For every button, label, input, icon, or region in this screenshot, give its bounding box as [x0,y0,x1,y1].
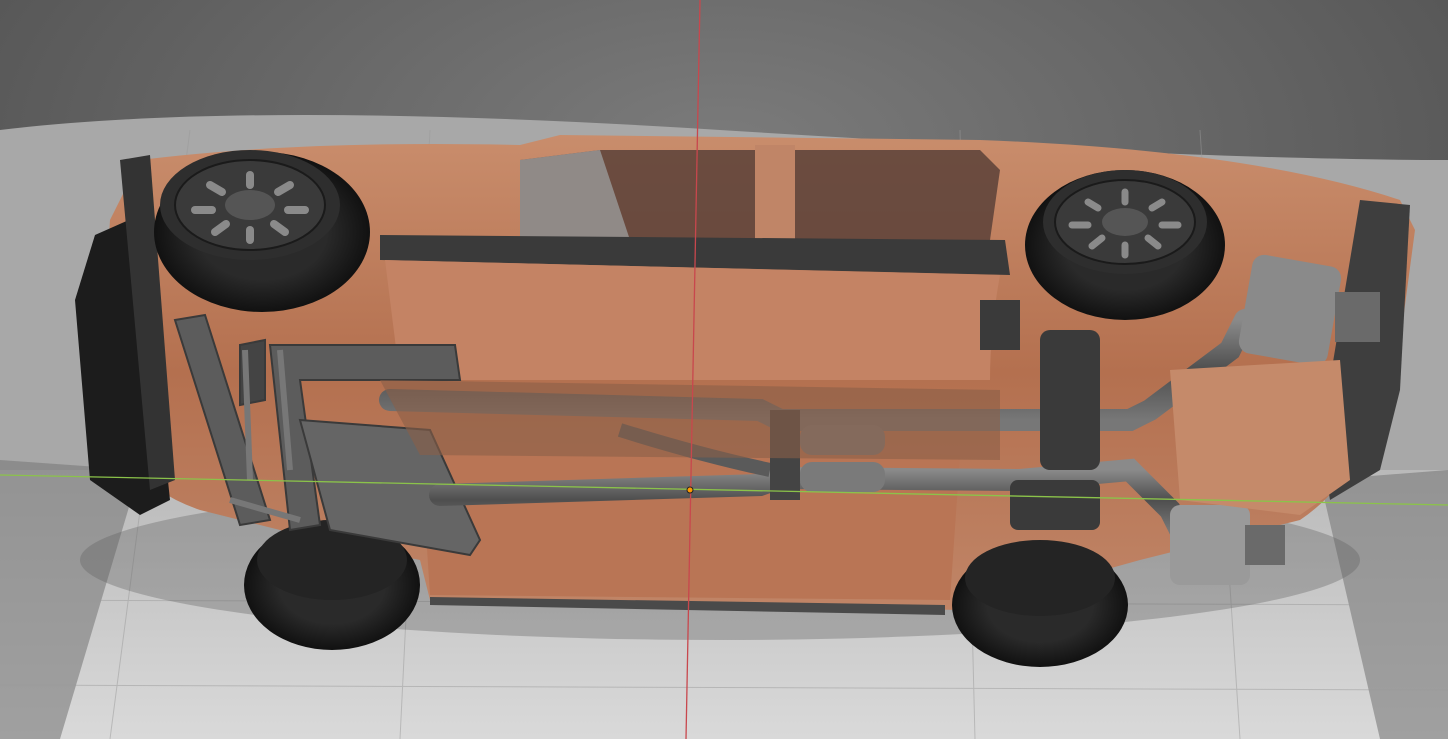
rear-quarter-panel [1170,360,1350,515]
rear-muffler-upper [1238,254,1342,366]
rear-muffler-lower [1170,505,1250,585]
exhaust-tip-lower [1245,525,1285,565]
3d-viewport[interactable] [0,0,1448,739]
catalytic-converter-lower [800,462,885,492]
driveshaft-tunnel [380,380,1000,460]
roof-pillar-center [755,145,795,245]
exhaust-tip-upper [1335,292,1380,342]
rear-right-wheel[interactable] [952,540,1128,667]
origin-point[interactable] [686,486,694,494]
render-canvas[interactable] [0,0,1448,739]
rear-left-wheel[interactable] [1025,170,1225,320]
